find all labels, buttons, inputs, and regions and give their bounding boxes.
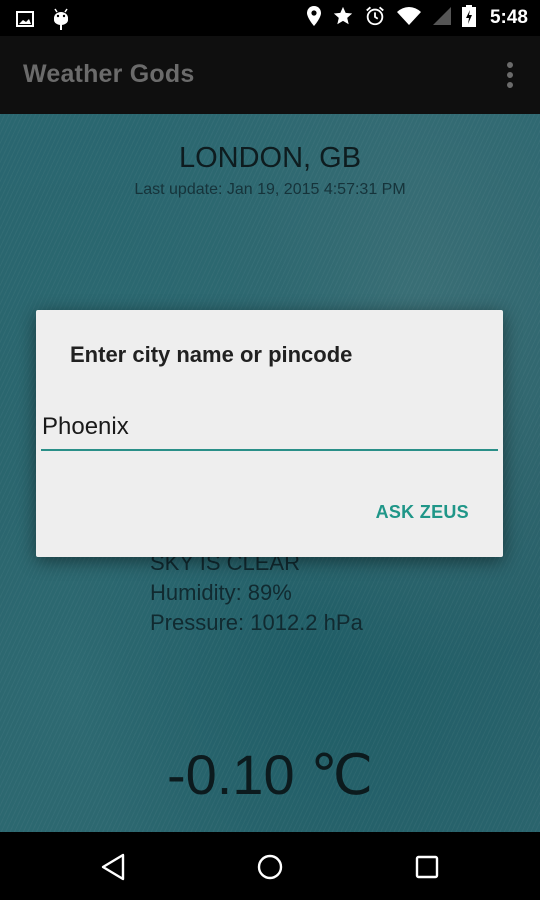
dialog-title: Enter city name or pincode: [70, 342, 353, 367]
status-bar: 5:48: [0, 0, 540, 36]
star-icon: [332, 5, 354, 32]
more-options-button[interactable]: [504, 62, 516, 88]
alarm-icon: [364, 5, 386, 32]
wifi-icon: [396, 6, 422, 31]
back-button[interactable]: [98, 852, 128, 882]
more-vert-icon: [507, 62, 513, 68]
city-search-dialog: Enter city name or pincode ASK ZEUS: [36, 310, 503, 557]
cell-signal-icon: [432, 6, 452, 31]
image-icon: [16, 11, 34, 32]
battery-charging-icon: [461, 4, 476, 32]
home-icon: [257, 854, 283, 880]
recents-button[interactable]: [412, 852, 442, 882]
navigation-bar: [0, 832, 540, 900]
app-title: Weather Gods: [23, 60, 195, 88]
status-time: 5:48: [489, 7, 528, 28]
android-debug-icon: [52, 7, 70, 36]
recents-icon: [415, 855, 439, 879]
back-icon: [101, 853, 125, 881]
home-button[interactable]: [255, 852, 285, 882]
more-vert-icon-dot: [507, 72, 513, 78]
ask-zeus-button[interactable]: ASK ZEUS: [376, 502, 469, 523]
app-bar: Weather Gods: [0, 36, 540, 114]
more-vert-icon-dot: [507, 82, 513, 88]
city-input[interactable]: [41, 405, 498, 451]
location-icon: [306, 5, 322, 32]
